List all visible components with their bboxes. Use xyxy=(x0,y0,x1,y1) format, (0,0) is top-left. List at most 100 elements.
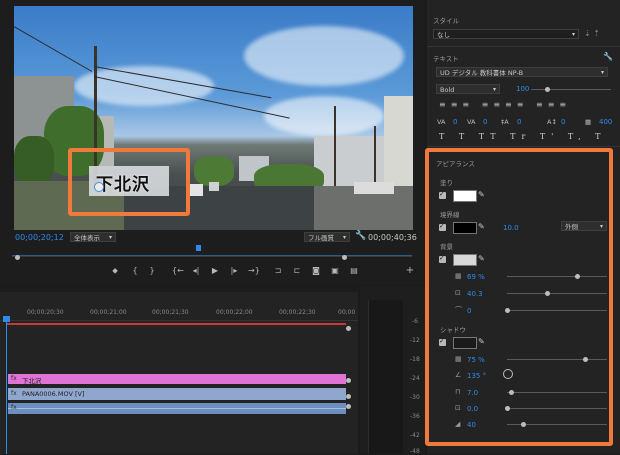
car xyxy=(354,182,394,194)
zoom-handle-left[interactable] xyxy=(15,255,20,260)
meter-tick: -30 xyxy=(410,394,420,401)
lift-icon[interactable]: ⊐ xyxy=(273,266,283,276)
video-clip-label: PANA0006.MOV [V] xyxy=(22,390,85,398)
step-back-icon[interactable]: ◂| xyxy=(191,266,201,276)
quality-value: フル画質 xyxy=(308,234,334,242)
kerning-icon: VA xyxy=(467,118,476,126)
audio-meter-panel: -6 -12 -18 -24 -30 -36 -42 -48 xyxy=(360,286,425,455)
font-weight-dropdown[interactable]: Bold ▾ xyxy=(436,84,500,94)
scroll-handle[interactable] xyxy=(346,404,351,409)
work-area-bar[interactable] xyxy=(6,323,346,325)
proxy-toggle-icon[interactable]: ▤ xyxy=(349,266,359,276)
utility-pole xyxy=(334,106,336,186)
tree xyxy=(14,136,54,186)
ruler-label: 00;00 xyxy=(338,309,356,316)
tracking-icon: VA xyxy=(437,118,446,126)
play-icon[interactable]: ▶ xyxy=(210,266,220,276)
meter-tick: -12 xyxy=(410,337,420,344)
tsume-value[interactable]: 400 xyxy=(599,118,612,126)
font-size-knob[interactable] xyxy=(545,87,550,92)
utility-pole xyxy=(374,126,376,186)
program-monitor: 下北沢 00;00;20;12 全体表示 ▾ フル画質 ▾ 🔧 00;00;40;3… xyxy=(0,0,424,285)
wrench-icon[interactable]: 🔧 xyxy=(355,231,366,241)
marker-icon[interactable]: ⬥ xyxy=(110,266,120,276)
divider xyxy=(427,46,620,47)
audio-waveform xyxy=(8,408,346,409)
mark-out-icon[interactable]: } xyxy=(147,266,157,276)
meter-tick: -6 xyxy=(412,318,418,325)
go-to-in-icon[interactable]: {← xyxy=(172,266,184,276)
baseline-value[interactable]: 0 xyxy=(561,118,565,126)
leading-value[interactable]: 0 xyxy=(517,118,521,126)
chevron-down-icon: ▾ xyxy=(492,86,496,93)
highlight-frame-appearance xyxy=(425,148,613,446)
tracking-value[interactable]: 0 xyxy=(453,118,457,126)
style-label: スタイル xyxy=(433,17,459,25)
comparison-view-icon[interactable]: ▣ xyxy=(330,266,340,276)
video-clip[interactable]: fx PANA0006.MOV [V] xyxy=(8,388,346,400)
highlight-frame-title xyxy=(68,148,190,216)
font-name: UD デジタル 教科書体 NP-B xyxy=(440,69,524,77)
quality-dropdown[interactable]: フル画質 ▾ xyxy=(304,232,350,242)
zoom-value: 全体表示 xyxy=(74,234,100,242)
export-frame-icon[interactable]: ◙ xyxy=(311,266,321,276)
total-timecode: 00;00;40;36 xyxy=(368,233,417,242)
current-timecode[interactable]: 00;00;20;12 xyxy=(15,233,64,242)
car xyxy=(209,182,219,191)
fx-icon: fx xyxy=(11,390,17,397)
chevron-down-icon: ▾ xyxy=(571,31,575,38)
push-style-icon[interactable]: ⇣ ⇡ xyxy=(584,29,600,38)
ruler-label: 00;00;20;30 xyxy=(27,309,64,316)
wrench-icon[interactable]: 🔧 xyxy=(603,52,613,61)
font-dropdown[interactable]: UD デジタル 教科書体 NP-B ▾ xyxy=(436,67,608,77)
add-button-icon[interactable]: + xyxy=(405,266,415,276)
chevron-down-icon: ▾ xyxy=(342,234,346,241)
chevron-down-icon: ▾ xyxy=(600,69,604,76)
graphic-clip[interactable]: fx 下北沢 xyxy=(8,374,346,385)
baseline-icon: A↕ xyxy=(547,118,557,126)
kerning-value[interactable]: 0 xyxy=(483,118,487,126)
meter-bars xyxy=(368,300,403,454)
fx-icon: fx xyxy=(11,404,17,411)
meter-tick: -42 xyxy=(410,432,420,439)
style-value: なし xyxy=(437,31,450,39)
zoom-handle-right[interactable] xyxy=(342,255,347,260)
audio-clip[interactable]: fx xyxy=(8,403,346,414)
align-icons[interactable]: ≡≡≡ ≡≡≡≡ ≡≡≡ xyxy=(439,100,571,109)
extract-icon[interactable]: ⊏ xyxy=(292,266,302,276)
cloud xyxy=(244,26,404,86)
in-out-range xyxy=(12,255,412,256)
style-dropdown[interactable]: なし ▾ xyxy=(433,29,579,39)
mark-in-icon[interactable]: { xyxy=(130,266,140,276)
scroll-handle[interactable] xyxy=(346,394,351,399)
essential-graphics-panel: スタイル なし ▾ ⇣ ⇡ テキスト 🔧 UD デジタル 教科書体 NP-B ▾ B… xyxy=(425,0,620,454)
font-style-buttons[interactable]: T T TT Tr T' T, T xyxy=(439,132,606,141)
step-forward-icon[interactable]: |▸ xyxy=(229,266,239,276)
ruler-label: 00;00;21;00 xyxy=(90,309,127,316)
time-ruler[interactable] xyxy=(0,295,358,321)
scroll-handle[interactable] xyxy=(346,378,351,383)
text-section-label: テキスト xyxy=(433,55,459,63)
ruler-label: 00;00;22;30 xyxy=(279,309,316,316)
timeline-panel: 00;00;20;30 00;00;21;00 00;00;21;30 00;0… xyxy=(0,286,358,454)
graphic-clip-label: 下北沢 xyxy=(22,377,42,385)
fx-icon: fx xyxy=(11,375,17,382)
meter-tick: -24 xyxy=(410,375,420,382)
scroll-handle[interactable] xyxy=(346,326,351,331)
timeline-header xyxy=(0,286,358,292)
font-size-value[interactable]: 100 xyxy=(516,85,529,93)
playhead-marker[interactable] xyxy=(196,245,201,251)
meter-tick: -36 xyxy=(410,413,420,420)
playhead-line[interactable] xyxy=(6,318,7,454)
power-line xyxy=(14,26,93,72)
meter-tick: -18 xyxy=(410,356,420,363)
divider xyxy=(427,146,620,147)
playhead-handle[interactable] xyxy=(3,316,10,322)
font-weight: Bold xyxy=(440,86,455,94)
ruler-label: 00;00;21;30 xyxy=(152,309,189,316)
zoom-dropdown[interactable]: 全体表示 ▾ xyxy=(70,232,116,242)
go-to-out-icon[interactable]: →} xyxy=(248,266,260,276)
font-size-slider[interactable] xyxy=(531,89,611,90)
leading-icon: ‡A xyxy=(501,118,509,126)
chevron-down-icon: ▾ xyxy=(108,234,112,241)
